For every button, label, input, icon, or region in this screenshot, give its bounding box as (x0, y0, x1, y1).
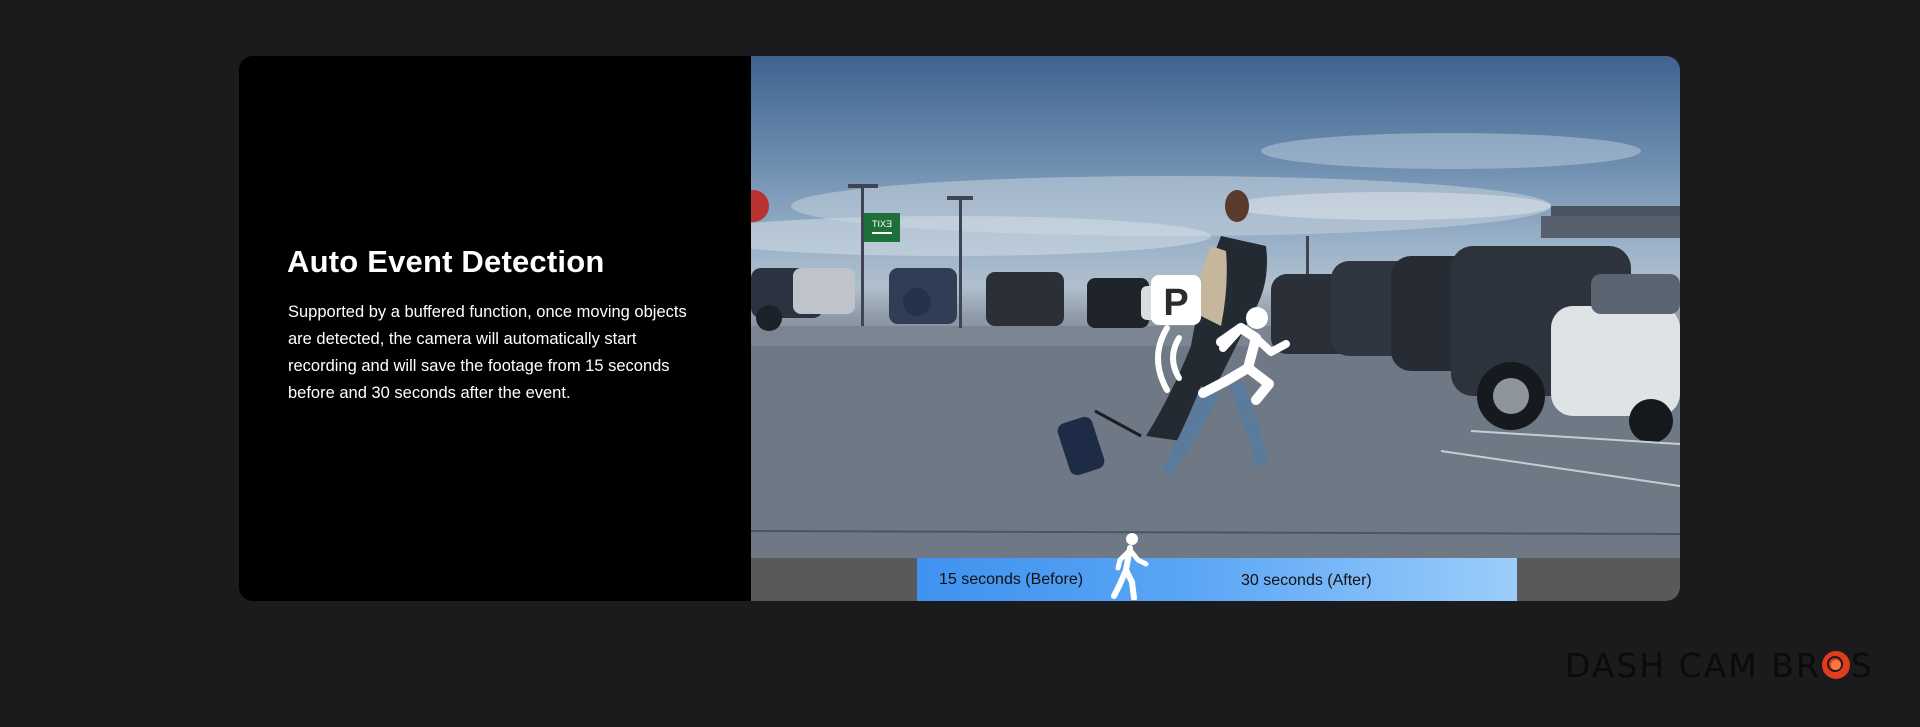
photo-scene: EXIT P (751, 133, 1680, 558)
feature-description: Supported by a buffered function, once m… (288, 303, 687, 402)
parking-badge-letter: P (1163, 282, 1188, 324)
dash-cam-bros-logo: DASH CAM BR S (1565, 645, 1874, 685)
feature-text-panel: Auto Event Detection Supported by a buff… (239, 56, 751, 601)
feature-card: Auto Event Detection Supported by a buff… (239, 56, 1680, 601)
camera-lens-icon (1821, 651, 1850, 679)
timeline-after-label: 30 seconds (After) (1241, 572, 1372, 589)
timeline-before-label: 15 seconds (Before) (939, 571, 1084, 588)
exit-sign-text: EXIT (872, 219, 893, 229)
walking-person-icon (1111, 533, 1149, 600)
timeline-bar: 15 seconds (Before) 30 seconds (After) (917, 533, 1517, 601)
parking-lot-photo: EXIT P (751, 56, 1680, 558)
event-timeline: 15 seconds (Before) 30 seconds (After) (751, 533, 1680, 601)
feature-title: Auto Event Detection (287, 244, 605, 279)
logo-text-left: DASH CAM BR (1565, 645, 1821, 685)
logo-text-right: S (1850, 645, 1874, 685)
